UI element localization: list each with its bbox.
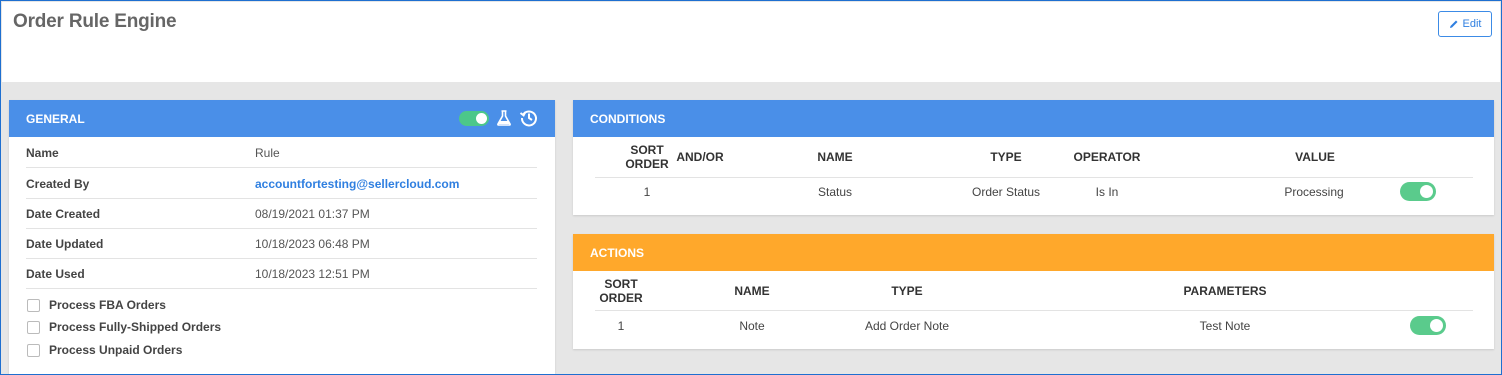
checkbox-process-fba-orders[interactable]: Process FBA Orders bbox=[27, 298, 166, 312]
pencil-icon bbox=[1449, 20, 1458, 28]
column-header-type: TYPE bbox=[891, 284, 923, 298]
general-panel-header: GENERAL bbox=[9, 100, 555, 137]
property-row-date-updated: Date Updated 10/18/2023 06:48 PM bbox=[26, 229, 537, 259]
conditions-panel: CONDITIONS SORT ORDER AND/OR NAME TYPE O… bbox=[573, 100, 1494, 215]
conditions-panel-title: CONDITIONS bbox=[590, 111, 666, 126]
cell-sort-order: 1 bbox=[617, 319, 625, 333]
column-header-value: VALUE bbox=[1295, 150, 1335, 164]
property-row-date-created: Date Created 08/19/2021 01:37 PM bbox=[26, 199, 537, 229]
property-label: Created By bbox=[26, 177, 90, 191]
checkbox-label: Process Unpaid Orders bbox=[49, 343, 183, 357]
property-label: Name bbox=[26, 146, 59, 160]
column-header-sort-order: SORT ORDER bbox=[599, 277, 643, 305]
column-header-operator: OPERATOR bbox=[1073, 150, 1141, 164]
checkbox-process-fully-shipped-orders[interactable]: Process Fully-Shipped Orders bbox=[27, 320, 221, 334]
general-panel-title: GENERAL bbox=[26, 111, 85, 126]
cell-name: Status bbox=[817, 185, 853, 199]
property-value: Rule bbox=[255, 146, 280, 160]
page-header: Order Rule Engine Edit bbox=[2, 2, 1500, 82]
column-header-name: NAME bbox=[817, 150, 853, 164]
property-label: Date Created bbox=[26, 207, 101, 221]
column-header-name: NAME bbox=[734, 284, 770, 298]
action-enabled-toggle[interactable] bbox=[1410, 316, 1446, 335]
edit-button[interactable]: Edit bbox=[1438, 11, 1492, 37]
checkbox[interactable] bbox=[27, 343, 40, 357]
condition-enabled-toggle[interactable] bbox=[1400, 182, 1436, 201]
column-header-parameters: PARAMETERS bbox=[1183, 284, 1267, 298]
general-panel: GENERAL Name Rule Created By accountfort… bbox=[9, 100, 555, 374]
cell-operator: Is In bbox=[1095, 185, 1119, 199]
actions-panel-title: ACTIONS bbox=[590, 245, 644, 260]
app-window: Order Rule Engine Edit GENERAL Name Rule… bbox=[0, 0, 1502, 375]
edit-button-label: Edit bbox=[1462, 18, 1482, 30]
column-header-and-or: AND/OR bbox=[676, 150, 724, 164]
property-label: Date Used bbox=[26, 267, 85, 281]
column-header-sort-order: SORT ORDER bbox=[625, 143, 669, 171]
property-row-name: Name Rule bbox=[26, 138, 537, 168]
column-header-type: TYPE bbox=[990, 150, 1022, 164]
property-value: 10/18/2023 12:51 PM bbox=[255, 267, 370, 281]
actions-panel: ACTIONS SORT ORDER NAME TYPE PARAMETERS … bbox=[573, 234, 1494, 349]
flask-icon[interactable] bbox=[497, 110, 511, 126]
checkbox[interactable] bbox=[27, 298, 40, 312]
property-row-created-by: Created By accountfortesting@sellercloud… bbox=[26, 169, 537, 199]
property-label: Date Updated bbox=[26, 237, 104, 251]
property-row-date-used: Date Used 10/18/2023 12:51 PM bbox=[26, 259, 537, 289]
page-title: Order Rule Engine bbox=[13, 11, 177, 32]
rule-enabled-toggle[interactable] bbox=[459, 110, 489, 126]
checkbox-label: Process FBA Orders bbox=[49, 298, 166, 312]
cell-value: Processing bbox=[1284, 185, 1344, 199]
checkbox[interactable] bbox=[27, 320, 40, 334]
cell-sort-order: 1 bbox=[643, 185, 651, 199]
cell-parameters: Test Note bbox=[1199, 319, 1251, 333]
history-icon[interactable] bbox=[519, 108, 539, 128]
row-divider bbox=[595, 310, 1473, 311]
cell-name: Note bbox=[739, 319, 765, 333]
row-divider bbox=[595, 177, 1473, 178]
created-by-link[interactable]: accountfortesting@sellercloud.com bbox=[255, 177, 459, 191]
conditions-panel-header: CONDITIONS bbox=[573, 100, 1494, 137]
property-value: 10/18/2023 06:48 PM bbox=[255, 237, 370, 251]
checkbox-label: Process Fully-Shipped Orders bbox=[49, 320, 222, 334]
actions-panel-header: ACTIONS bbox=[573, 234, 1494, 271]
checkbox-process-unpaid-orders[interactable]: Process Unpaid Orders bbox=[27, 343, 182, 357]
property-value: 08/19/2021 01:37 PM bbox=[255, 207, 370, 221]
cell-type: Order Status bbox=[971, 185, 1041, 199]
cell-type: Add Order Note bbox=[864, 319, 950, 333]
